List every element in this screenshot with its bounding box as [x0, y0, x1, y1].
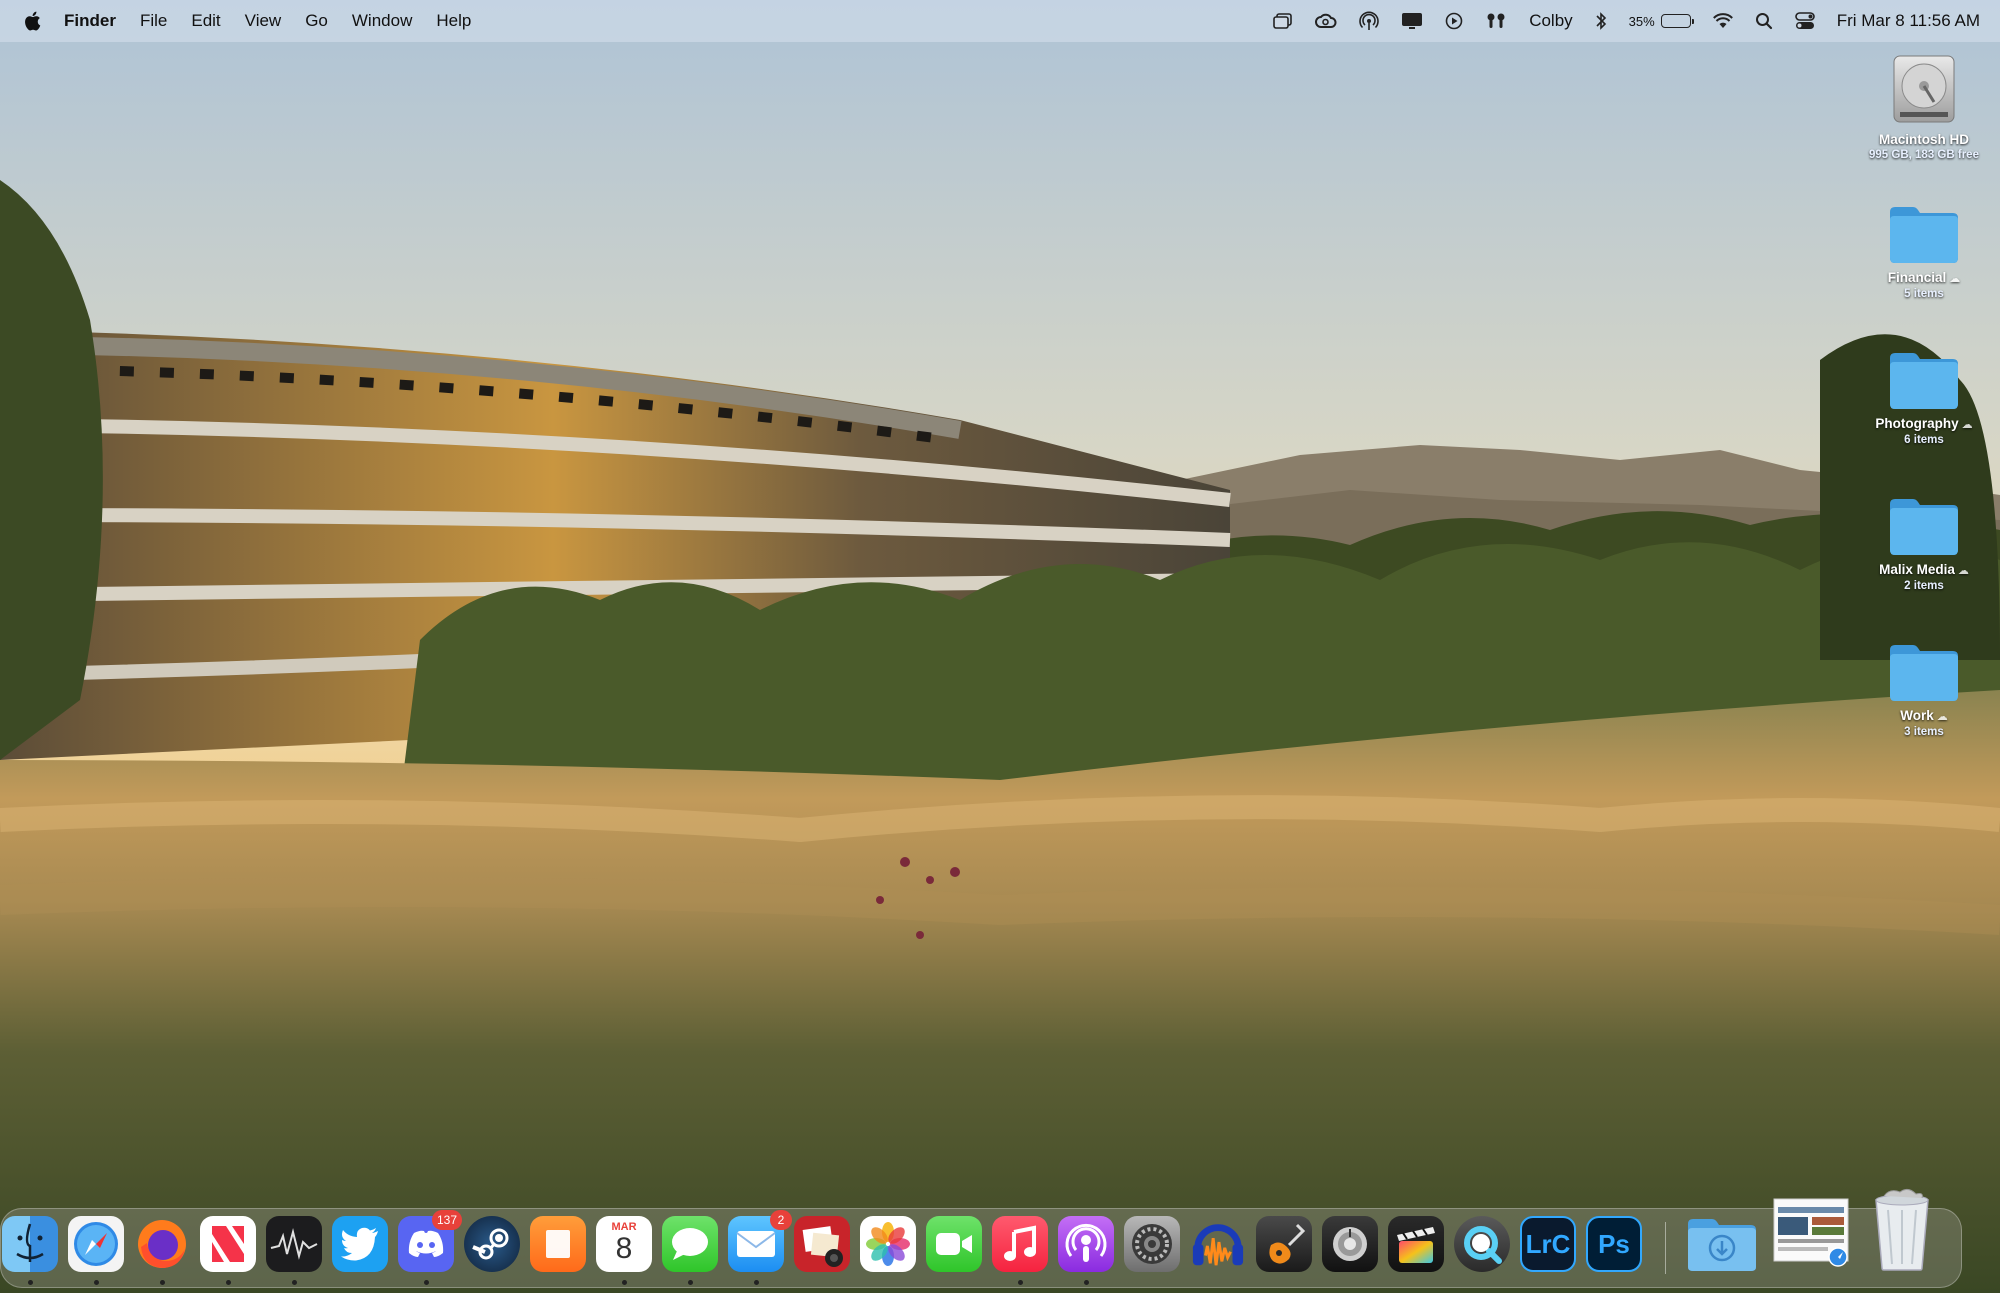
running-indicator: [622, 1280, 627, 1285]
airdrop-icon[interactable]: [1359, 11, 1379, 31]
running-indicator: [28, 1280, 33, 1285]
menu-help[interactable]: Help: [436, 11, 471, 31]
running-indicator: [688, 1280, 693, 1285]
garageband-icon[interactable]: [1256, 1216, 1312, 1272]
dock-separator: [1665, 1222, 1666, 1274]
twitter-icon[interactable]: [332, 1216, 388, 1272]
calendar-icon[interactable]: MAR 8: [596, 1216, 652, 1272]
downloads-stack-icon[interactable]: [1686, 1216, 1758, 1272]
stocks-icon[interactable]: [266, 1216, 322, 1272]
facetime-icon[interactable]: [926, 1216, 982, 1272]
folder-icon: [1890, 353, 1958, 409]
desktop-wallpaper: [0, 0, 2000, 1293]
wifi-icon[interactable]: [1712, 13, 1733, 29]
folder-item-count: 5 items: [1904, 288, 1944, 300]
macintosh-hd-drive[interactable]: Macintosh HD 995 GB, 183 GB free: [1859, 52, 1989, 162]
photoshop-label: Ps: [1598, 1228, 1630, 1259]
hard-drive-icon: [1893, 55, 1955, 123]
folder-item-count: 2 items: [1904, 580, 1944, 592]
folder-name: Work: [1900, 708, 1934, 723]
final-cut-icon[interactable]: [1388, 1216, 1444, 1272]
folder-item-count: 6 items: [1904, 434, 1944, 446]
apple-menu-icon[interactable]: [22, 10, 42, 32]
folder-name: Malix Media: [1879, 562, 1955, 577]
photos-icon[interactable]: [860, 1216, 916, 1272]
finder-icon[interactable]: [2, 1216, 58, 1272]
audacity-icon[interactable]: [1190, 1216, 1246, 1272]
podcasts-icon[interactable]: [1058, 1216, 1114, 1272]
menu-edit[interactable]: Edit: [191, 11, 220, 31]
menu-view[interactable]: View: [245, 11, 282, 31]
music-icon[interactable]: [992, 1216, 1048, 1272]
quicktime-icon[interactable]: [1454, 1216, 1510, 1272]
folder-icon: [1890, 207, 1958, 263]
airpods-icon[interactable]: [1485, 12, 1507, 30]
bluetooth-icon[interactable]: [1595, 11, 1607, 31]
folder-name: Financial: [1887, 270, 1947, 285]
menu-go[interactable]: Go: [305, 11, 328, 31]
messages-icon[interactable]: [662, 1216, 718, 1272]
running-indicator: [94, 1280, 99, 1285]
icloud-icon: ☁: [1957, 565, 1969, 577]
lightroom-label: LrC: [1525, 1228, 1571, 1259]
battery-icon: [1660, 14, 1694, 28]
icloud-icon: ☁: [1936, 711, 1948, 723]
mail-badge: 2: [770, 1210, 792, 1230]
menu-file[interactable]: File: [140, 11, 167, 31]
running-indicator: [160, 1280, 165, 1285]
folder-financial[interactable]: Financial ☁ 5 items: [1859, 202, 1989, 301]
calendar-day: 8: [615, 1232, 633, 1265]
menu-bar: Finder File Edit View Go Window Help Col…: [0, 0, 2000, 42]
folder-icon: [1890, 645, 1958, 701]
folder-photography[interactable]: Photography ☁ 6 items: [1859, 348, 1989, 447]
running-indicator: [226, 1280, 231, 1285]
stage-manager-icon[interactable]: [1273, 12, 1293, 30]
icloud-icon: ☁: [1949, 273, 1961, 285]
folder-item-count: 3 items: [1904, 726, 1944, 738]
battery-status[interactable]: 35%: [1628, 13, 1694, 29]
menubar-clock[interactable]: Fri Mar 8 11:56 AM: [1837, 11, 1980, 31]
news-icon[interactable]: [200, 1216, 256, 1272]
folder-malix-media[interactable]: Malix Media ☁ 2 items: [1859, 494, 1989, 593]
mail-icon[interactable]: 2: [728, 1210, 792, 1272]
books-icon[interactable]: [530, 1216, 586, 1272]
running-indicator: [292, 1280, 297, 1285]
screenshot-stack-icon[interactable]: [1770, 1196, 1852, 1267]
trash-icon[interactable]: [1870, 1186, 1934, 1272]
drive-info: 995 GB, 183 GB free: [1869, 149, 1979, 161]
discord-icon[interactable]: 137: [398, 1210, 462, 1272]
user-name[interactable]: Colby: [1529, 11, 1572, 31]
photoshop-icon[interactable]: Ps: [1586, 1216, 1642, 1272]
control-center-icon[interactable]: [1794, 12, 1815, 30]
photo-booth-icon[interactable]: [794, 1216, 850, 1272]
running-indicator: [424, 1280, 429, 1285]
running-indicator: [1018, 1280, 1023, 1285]
folder-icon: [1890, 499, 1958, 555]
running-indicator: [754, 1280, 759, 1285]
firefox-icon[interactable]: [134, 1216, 190, 1272]
display-icon[interactable]: [1401, 12, 1423, 30]
steam-icon[interactable]: [464, 1216, 520, 1272]
system-settings-icon[interactable]: [1124, 1216, 1180, 1272]
lightroom-classic-icon[interactable]: LrC: [1520, 1216, 1576, 1272]
safari-icon[interactable]: [68, 1216, 124, 1272]
spotlight-icon[interactable]: [1755, 12, 1773, 30]
icloud-icon: ☁: [1961, 419, 1973, 431]
running-indicator: [1084, 1280, 1089, 1285]
battery-percent: 35%: [1628, 13, 1655, 29]
discord-badge: 137: [431, 1210, 462, 1230]
drive-name: Macintosh HD: [1878, 132, 1969, 147]
now-playing-icon[interactable]: [1445, 12, 1463, 30]
menu-app-name[interactable]: Finder: [64, 11, 116, 31]
folder-name: Photography: [1875, 416, 1959, 431]
folder-work[interactable]: Work ☁ 3 items: [1859, 640, 1989, 739]
creative-cloud-icon[interactable]: [1315, 13, 1337, 29]
logic-icon[interactable]: [1322, 1216, 1378, 1272]
menu-window[interactable]: Window: [352, 11, 412, 31]
